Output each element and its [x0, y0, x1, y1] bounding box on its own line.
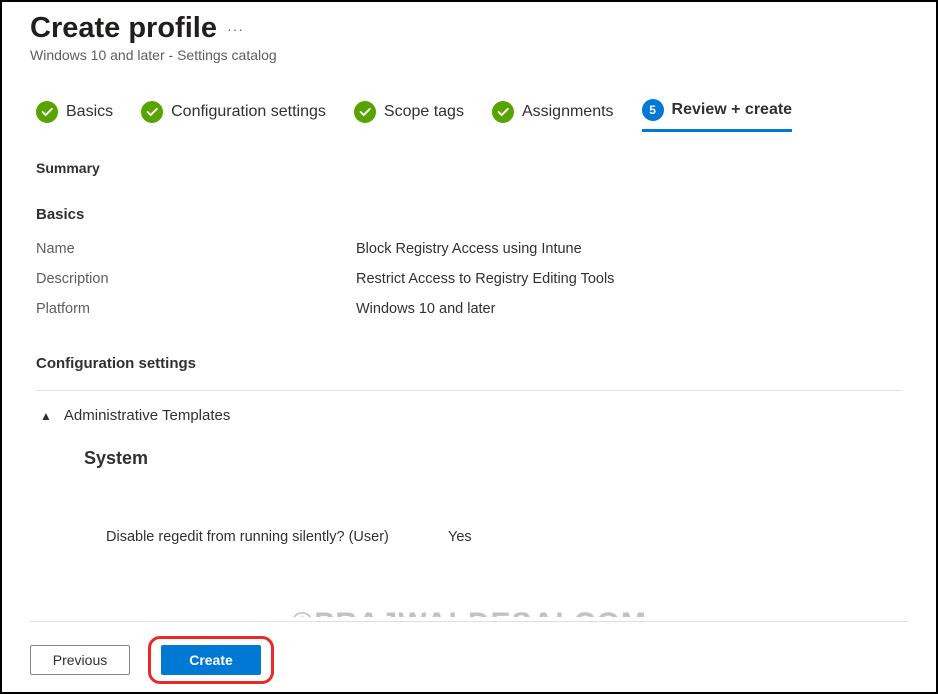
- basics-row-description: Description Restrict Access to Registry …: [36, 271, 902, 287]
- step-label: Scope tags: [384, 103, 464, 121]
- row-key: Description: [36, 271, 356, 287]
- step-configuration-settings[interactable]: Configuration settings: [141, 101, 326, 131]
- summary-heading: Summary: [36, 160, 902, 176]
- step-number-icon: 5: [642, 99, 664, 121]
- row-key: Platform: [36, 301, 356, 317]
- setting-label: Disable regedit from running silently? (…: [106, 529, 418, 545]
- page-subtitle: Windows 10 and later - Settings catalog: [30, 47, 908, 63]
- setting-row: Disable regedit from running silently? (…: [106, 529, 902, 545]
- chevron-up-icon: ▲: [40, 409, 52, 423]
- row-value: Block Registry Access using Intune: [356, 241, 582, 257]
- checkmark-icon: [354, 101, 376, 123]
- step-scope-tags[interactable]: Scope tags: [354, 101, 464, 131]
- basics-row-platform: Platform Windows 10 and later: [36, 301, 902, 317]
- basics-row-name: Name Block Registry Access using Intune: [36, 241, 902, 257]
- more-actions-button[interactable]: ···: [227, 21, 244, 37]
- checkmark-icon: [492, 101, 514, 123]
- row-key: Name: [36, 241, 356, 257]
- row-value: Windows 10 and later: [356, 301, 495, 317]
- step-label: Basics: [66, 103, 113, 121]
- step-basics[interactable]: Basics: [36, 101, 113, 131]
- admin-templates-expander[interactable]: ▲ Administrative Templates: [36, 391, 902, 440]
- basics-heading: Basics: [36, 206, 902, 223]
- configuration-settings-heading: Configuration settings: [36, 355, 902, 372]
- create-button[interactable]: Create: [161, 645, 261, 675]
- previous-button[interactable]: Previous: [30, 645, 130, 675]
- step-review-create[interactable]: 5 Review + create: [642, 99, 793, 132]
- checkmark-icon: [36, 101, 58, 123]
- step-label: Assignments: [522, 103, 614, 121]
- setting-value: Yes: [418, 529, 472, 545]
- wizard-stepper: Basics Configuration settings Scope tags…: [2, 63, 936, 142]
- checkmark-icon: [141, 101, 163, 123]
- system-group-heading: System: [84, 448, 902, 469]
- step-label: Configuration settings: [171, 103, 326, 121]
- row-value: Restrict Access to Registry Editing Tool…: [356, 271, 614, 287]
- create-button-highlight: Create: [148, 636, 274, 684]
- expander-label: Administrative Templates: [64, 407, 230, 424]
- page-title: Create profile: [30, 12, 217, 45]
- divider: [30, 621, 908, 622]
- step-assignments[interactable]: Assignments: [492, 101, 614, 131]
- step-label: Review + create: [672, 101, 793, 119]
